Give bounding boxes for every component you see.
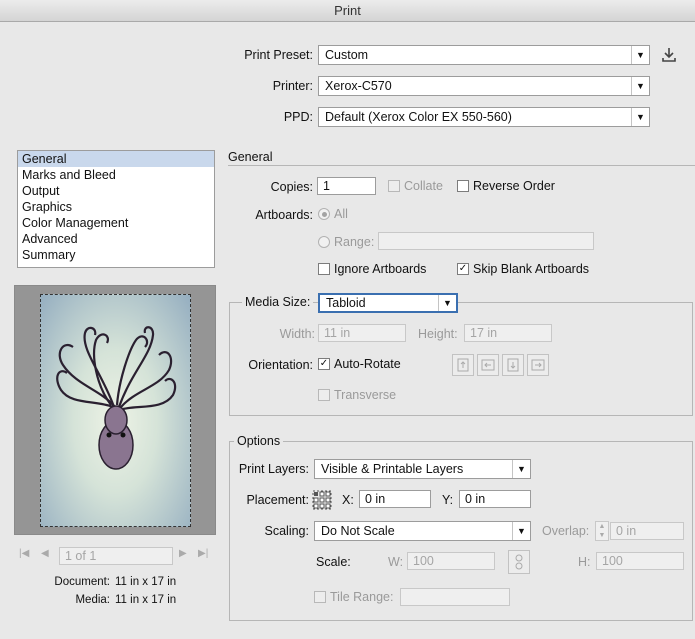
print-layers-select[interactable]: Visible & Printable Layers ▼ <box>314 459 531 479</box>
overlap-label: Overlap: <box>542 524 590 538</box>
artboards-range-label: Range: <box>334 235 375 249</box>
orientation-label: Orientation: <box>248 358 313 372</box>
document-label: Document: <box>54 576 110 588</box>
placement-label: Placement: <box>246 493 309 507</box>
artboards-all-label: All <box>334 207 348 221</box>
overlap-stepper-icon[interactable]: ▲ ▼ <box>595 521 609 541</box>
landscape-orientation-icon[interactable] <box>477 354 499 376</box>
print-preview[interactable] <box>14 285 216 535</box>
skip-blank-artboards-label: Skip Blank Artboards <box>473 262 590 276</box>
section-divider <box>228 165 695 166</box>
document-size: 11 in x 17 in <box>115 576 177 588</box>
section-title: General <box>228 150 273 164</box>
category-item-graphics[interactable]: Graphics <box>18 199 214 215</box>
media-size-select[interactable]: Tabloid ▼ <box>318 293 458 313</box>
scaling-select[interactable]: Do Not Scale ▼ <box>314 521 531 541</box>
printer-label: Printer: <box>272 79 313 93</box>
print-preset-label: Print Preset: <box>244 48 313 62</box>
media-size-info: 11 in x 17 in <box>115 594 177 606</box>
radio-dot-icon <box>321 211 327 217</box>
print-preset-value: Custom <box>325 48 369 62</box>
reverse-order-label: Reverse Order <box>473 179 555 193</box>
tile-range-label: Tile Range: <box>330 590 394 604</box>
placement-grid-icon[interactable] <box>312 490 332 510</box>
copies-input[interactable]: 1 <box>317 177 376 195</box>
orientation-buttons <box>452 354 552 378</box>
placement-y-label: Y: <box>442 493 454 507</box>
tile-range-input[interactable] <box>400 588 510 606</box>
width-input[interactable]: 11 in <box>318 324 406 342</box>
chevron-down-icon: ▼ <box>438 295 456 311</box>
page-indicator[interactable]: 1 of 1 <box>59 547 173 565</box>
print-preset-select[interactable]: Custom ▼ <box>318 45 650 65</box>
auto-rotate-checkbox[interactable]: ✓ <box>318 358 330 370</box>
media-label: Media: <box>75 594 110 606</box>
media-size-value: Tabloid <box>326 296 366 310</box>
chevron-down-icon: ▼ <box>631 108 649 126</box>
preview-page <box>40 294 191 527</box>
width-label: Width: <box>279 327 315 341</box>
scale-label: Scale: <box>316 555 351 569</box>
ppd-select[interactable]: Default (Xerox Color EX 550-560) ▼ <box>318 107 650 127</box>
landscape-flipped-orientation-icon[interactable] <box>527 354 549 376</box>
scaling-value: Do Not Scale <box>321 524 395 538</box>
scale-h-label: H: <box>578 555 591 569</box>
copies-label: Copies: <box>270 180 313 194</box>
transverse-checkbox[interactable] <box>318 389 330 401</box>
artboards-label: Artboards: <box>255 208 313 222</box>
height-input[interactable]: 17 in <box>464 324 552 342</box>
first-page-icon[interactable]: |◀ <box>19 548 29 559</box>
tile-range-checkbox[interactable] <box>314 591 326 603</box>
reverse-order-checkbox[interactable] <box>457 180 469 192</box>
auto-rotate-label: Auto-Rotate <box>334 357 401 371</box>
scale-h-input[interactable]: 100 <box>596 552 684 570</box>
artboards-all-radio[interactable] <box>318 208 330 220</box>
options-title: Options <box>234 434 284 448</box>
download-icon[interactable] <box>660 46 678 64</box>
overlap-input[interactable]: 0 in <box>610 522 684 540</box>
ppd-label: PPD: <box>283 110 313 124</box>
category-item-advanced[interactable]: Advanced <box>18 231 214 247</box>
octopus-artwork-icon <box>56 326 177 470</box>
chevron-down-icon: ▼ <box>512 522 530 540</box>
chevron-down-icon: ▼ <box>631 77 649 95</box>
chevron-down-icon: ▼ <box>512 460 530 478</box>
category-item-color-management[interactable]: Color Management <box>18 215 214 231</box>
chevron-down-icon: ▼ <box>631 46 649 64</box>
media-size-label: Media Size: <box>242 295 314 309</box>
ignore-artboards-checkbox[interactable] <box>318 263 330 275</box>
next-page-icon[interactable]: ▶ <box>179 548 187 559</box>
portrait-orientation-icon[interactable] <box>452 354 474 376</box>
ppd-value: Default (Xerox Color EX 550-560) <box>325 110 512 124</box>
category-item-output[interactable]: Output <box>18 183 214 199</box>
category-item-marks-and-bleed[interactable]: Marks and Bleed <box>18 167 214 183</box>
printer-value: Xerox-C570 <box>325 79 392 93</box>
last-page-icon[interactable]: ▶| <box>198 548 208 559</box>
collate-checkbox[interactable] <box>388 180 400 192</box>
placement-x-input[interactable]: 0 in <box>359 490 431 508</box>
scale-w-label: W: <box>388 555 404 569</box>
artboards-range-input[interactable] <box>378 232 594 250</box>
scale-w-input[interactable]: 100 <box>407 552 495 570</box>
print-layers-value: Visible & Printable Layers <box>321 462 464 476</box>
print-layers-label: Print Layers: <box>238 462 309 476</box>
category-item-general[interactable]: General <box>18 151 214 167</box>
placement-x-label: X: <box>342 493 354 507</box>
window-title: Print <box>0 0 695 22</box>
previous-page-icon[interactable]: ◀ <box>41 548 49 559</box>
scaling-label: Scaling: <box>264 524 309 538</box>
transverse-label: Transverse <box>334 388 397 402</box>
height-label: Height: <box>418 327 458 341</box>
skip-blank-artboards-checkbox[interactable]: ✓ <box>457 263 469 275</box>
portrait-flipped-orientation-icon[interactable] <box>502 354 524 376</box>
ignore-artboards-label: Ignore Artboards <box>334 262 427 276</box>
constrain-proportions-icon[interactable] <box>508 550 530 574</box>
printer-select[interactable]: Xerox-C570 ▼ <box>318 76 650 96</box>
category-item-summary[interactable]: Summary <box>18 247 214 263</box>
category-list[interactable]: General Marks and Bleed Output Graphics … <box>17 150 215 268</box>
artboards-range-radio[interactable] <box>318 236 330 248</box>
placement-y-input[interactable]: 0 in <box>459 490 531 508</box>
collate-label: Collate <box>404 179 443 193</box>
preview-nav: |◀ ◀ 1 of 1 ▶ ▶| <box>16 546 216 568</box>
